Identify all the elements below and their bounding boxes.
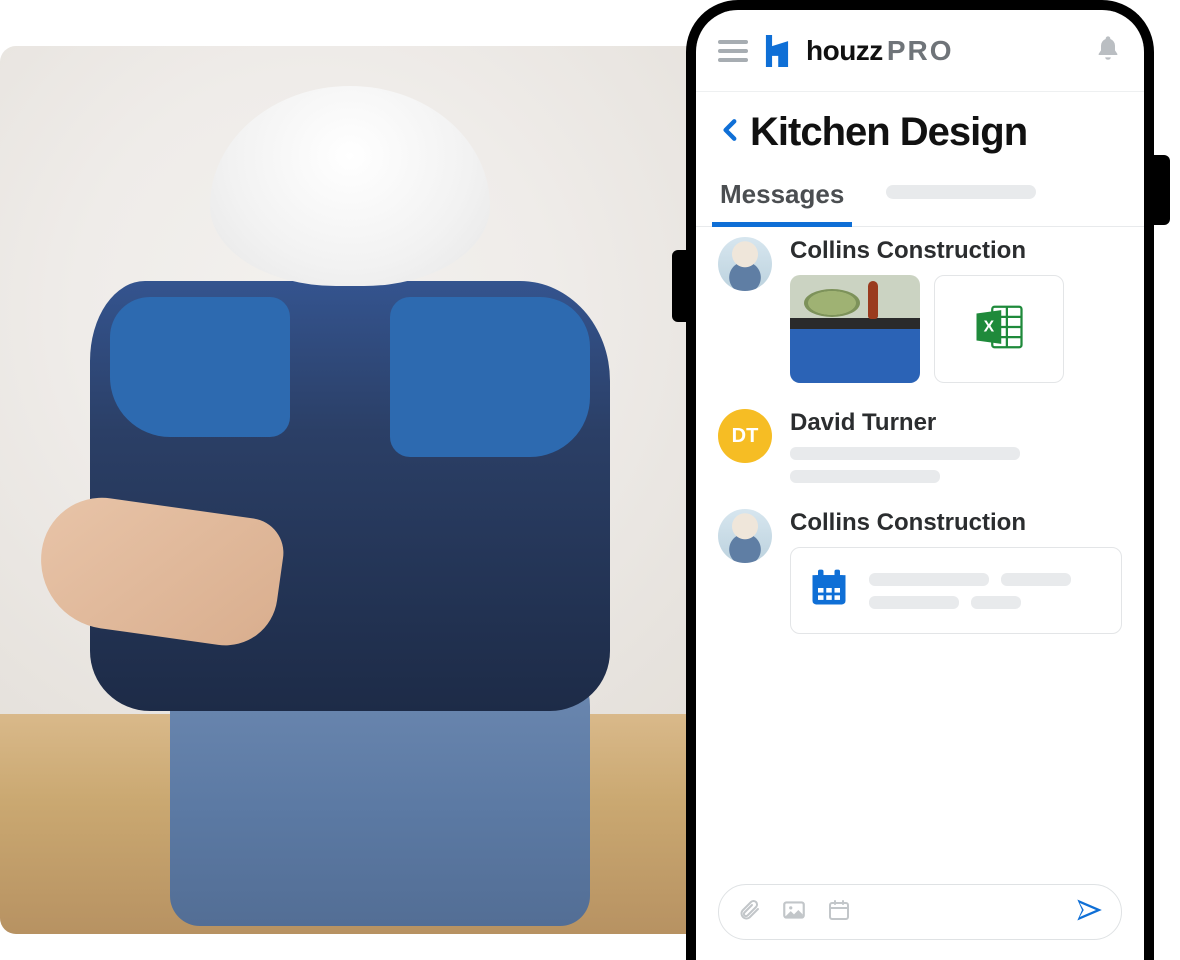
schedule-preview-placeholder — [869, 573, 1071, 609]
brand-wordmark: houzzPRO — [806, 35, 954, 67]
message-thread-list: Collins Construction — [696, 227, 1144, 634]
attach-icon[interactable] — [737, 898, 761, 927]
avatar-initials: DT — [732, 425, 759, 448]
calendar-icon[interactable] — [827, 898, 851, 927]
brand-name: houzz — [806, 35, 883, 66]
tabs: Messages — [696, 169, 1144, 227]
thread-sender-name: David Turner — [790, 409, 1122, 437]
photo-attachment[interactable] — [790, 275, 920, 383]
app-topbar: houzzPRO — [696, 10, 1144, 92]
avatar: DT — [718, 409, 772, 463]
excel-attachment[interactable]: X — [934, 275, 1064, 383]
thread-item[interactable]: DT David Turner — [718, 409, 1122, 483]
thread-sender-name: Collins Construction — [790, 237, 1122, 265]
schedule-attachment[interactable] — [790, 547, 1122, 634]
tab-placeholder — [886, 185, 1036, 199]
phone-frame: houzzPRO Kitchen Design Messages — [686, 0, 1154, 960]
message-preview-placeholder — [790, 447, 1122, 483]
tab-messages[interactable]: Messages — [718, 169, 846, 226]
houzz-logo-icon — [762, 35, 792, 67]
image-icon[interactable] — [781, 897, 807, 928]
avatar — [718, 237, 772, 291]
brand-suffix: PRO — [887, 35, 954, 66]
svg-text:X: X — [984, 318, 995, 335]
excel-icon: X — [972, 300, 1026, 359]
thread-item[interactable]: Collins Construction — [718, 237, 1122, 383]
calendar-icon — [807, 566, 851, 615]
thread-sender-name: Collins Construction — [790, 509, 1122, 537]
thread-item[interactable]: Collins Construction — [718, 509, 1122, 634]
back-icon[interactable] — [718, 113, 744, 153]
notifications-icon[interactable] — [1094, 34, 1122, 67]
page-title: Kitchen Design — [750, 110, 1027, 155]
menu-icon[interactable] — [718, 40, 748, 62]
avatar — [718, 509, 772, 563]
message-composer[interactable] — [718, 884, 1122, 940]
send-icon[interactable] — [1075, 896, 1103, 929]
